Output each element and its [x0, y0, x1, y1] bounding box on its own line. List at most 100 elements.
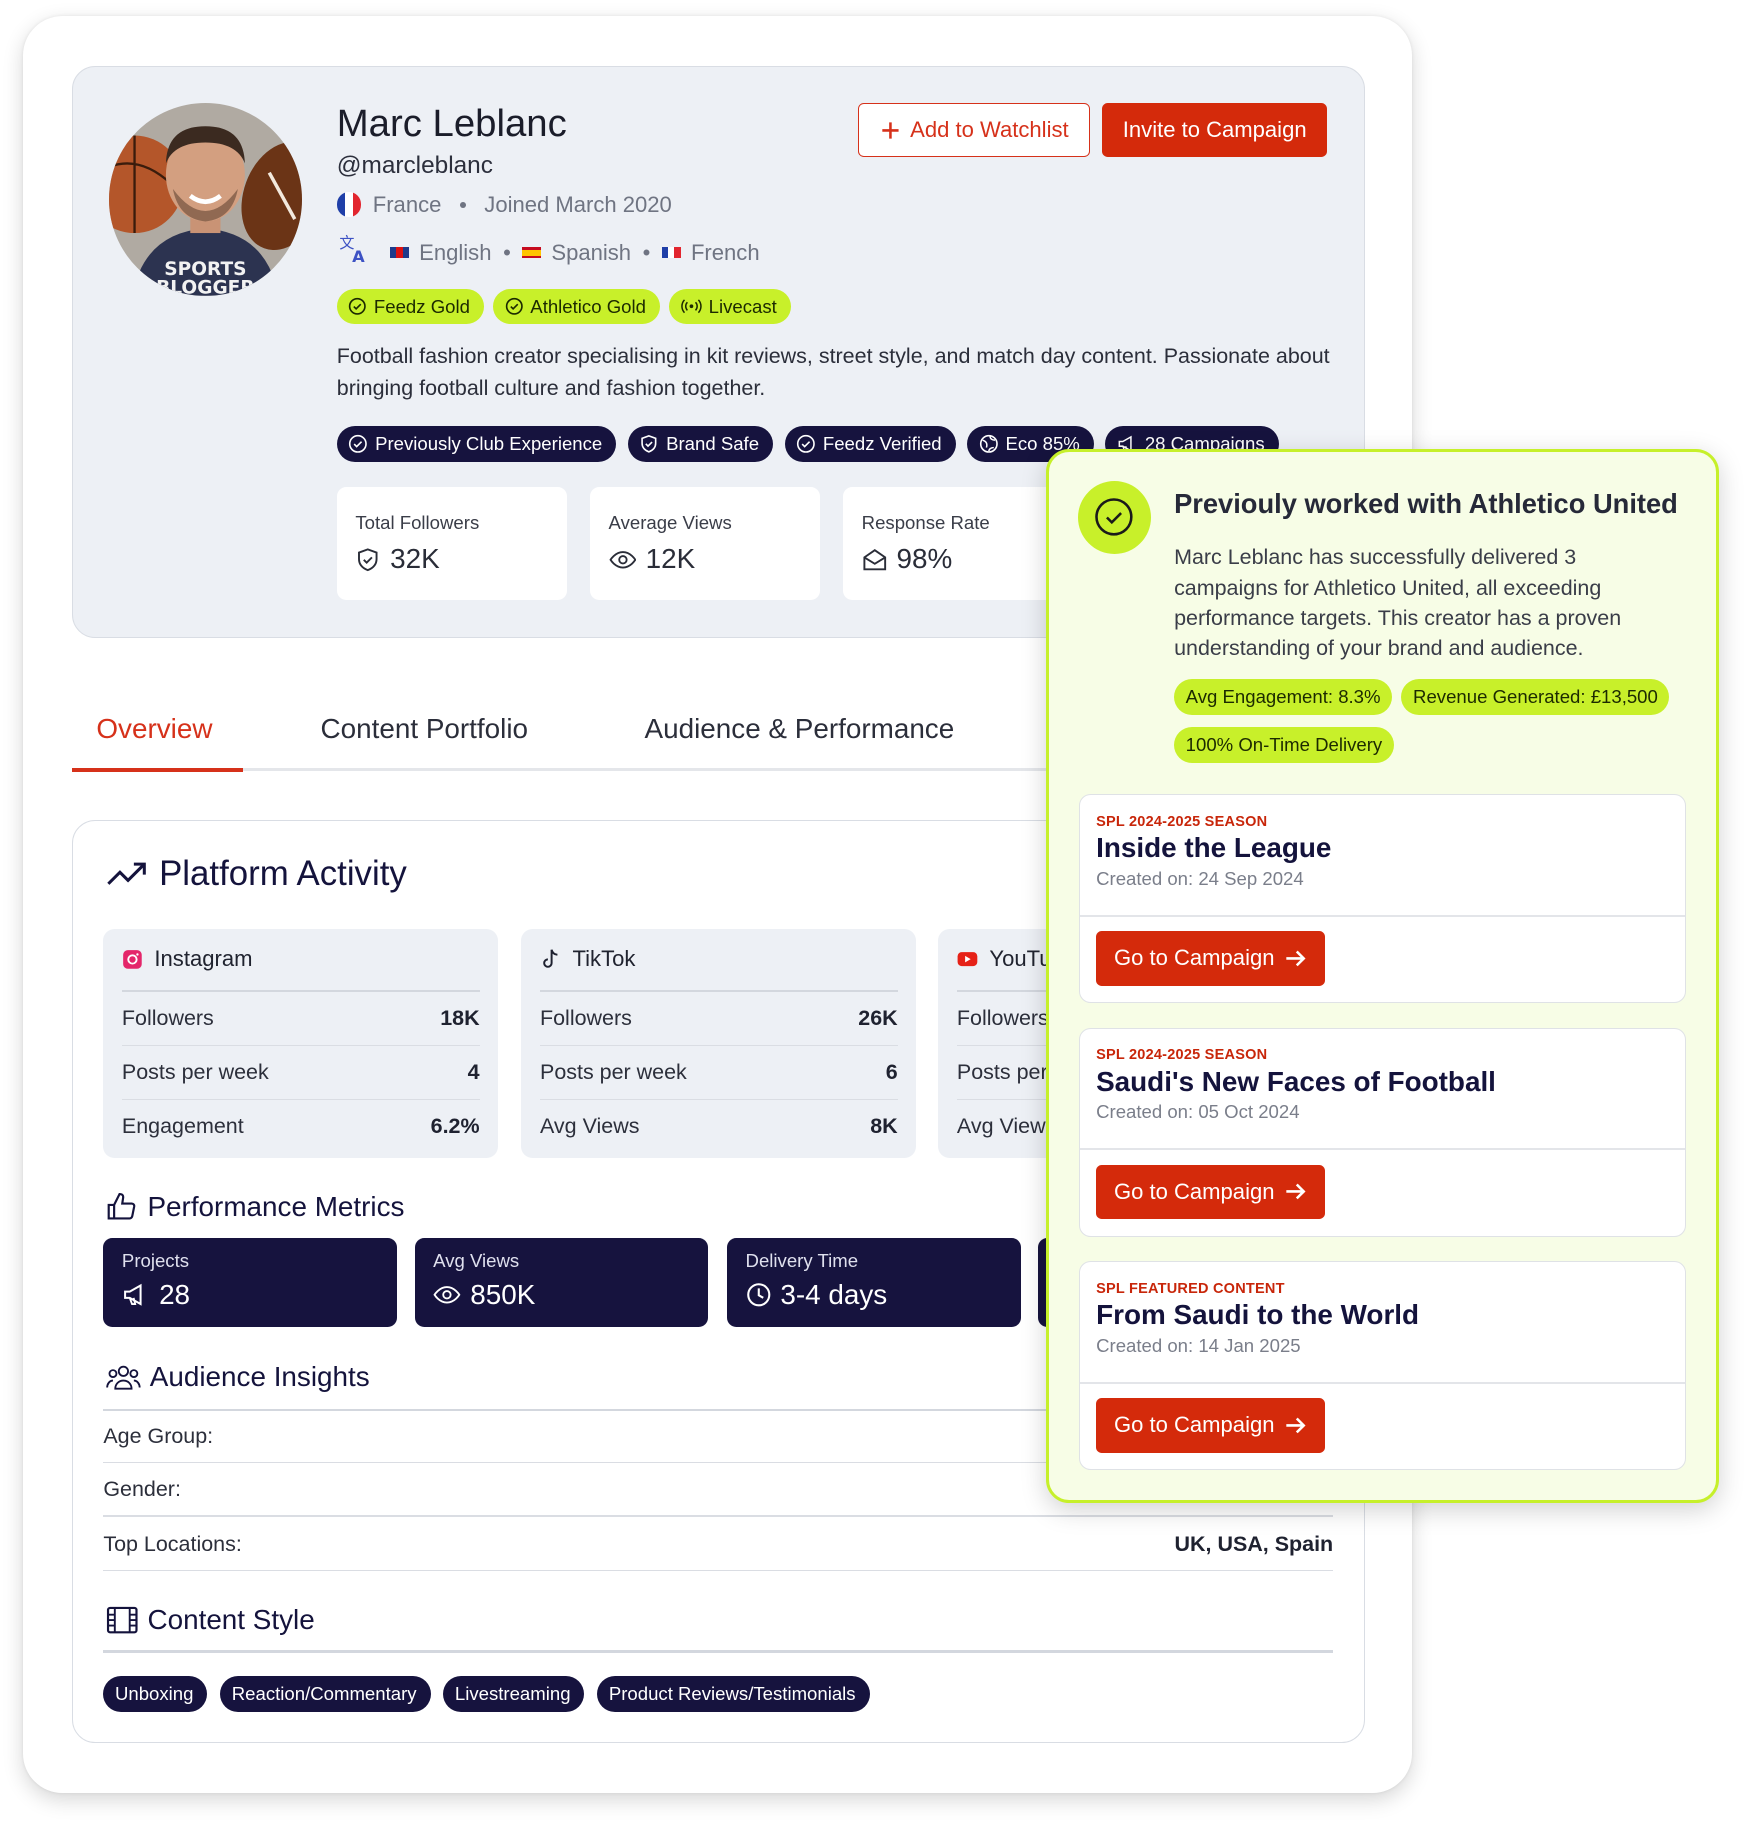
invite-to-campaign-button[interactable]: Invite to Campaign: [1102, 103, 1328, 157]
platform-row: Posts per week 6: [540, 1046, 898, 1100]
clock-icon: [746, 1282, 770, 1307]
performance-metrics-heading: Performance Metrics: [106, 1190, 405, 1223]
profile-country: France: [372, 191, 442, 217]
campaign-date: Created on: 24 Sep 2024: [1096, 867, 1304, 889]
row-label: Top Locations:: [103, 1531, 242, 1556]
profile-name: Marc Leblanc: [336, 102, 567, 146]
row-value: 26K: [858, 1005, 898, 1030]
stat-average-views: Average Views 12K: [589, 486, 820, 601]
row-label: Followers: [540, 1005, 632, 1030]
campaign-card: SPL 2024-2025 SEASON Saudi's New Faces o…: [1078, 1027, 1687, 1237]
content-style-heading: Content Style: [106, 1604, 315, 1636]
metric-value: 850K: [470, 1278, 536, 1310]
divider: [103, 1570, 1334, 1572]
audience-insights-heading: Audience Insights: [105, 1361, 370, 1393]
platform-header: TikTok: [540, 929, 898, 992]
tab-audience-performance[interactable]: Audience & Performance: [645, 713, 955, 745]
campaign-date: Created on: 05 Oct 2024: [1096, 1101, 1300, 1123]
separator-dot: •: [642, 239, 651, 265]
button-label: Go to Campaign: [1113, 1412, 1275, 1438]
check-circle-icon: [505, 298, 523, 316]
row-label: Posts per: [956, 1059, 1048, 1084]
tag-label: Feedz Verified: [822, 433, 942, 455]
row-label: Posts per week: [121, 1059, 269, 1084]
add-to-watchlist-button[interactable]: Add to Watchlist: [858, 103, 1091, 157]
svg-text:A: A: [352, 247, 365, 265]
style-tag: Reaction/Commentary: [220, 1675, 431, 1712]
tab-content-portfolio[interactable]: Content Portfolio: [321, 713, 529, 745]
style-tag: Unboxing: [103, 1675, 208, 1712]
platform-card-tiktok: TikTok Followers 26K Posts per week 6 Avg …: [521, 929, 917, 1158]
row-label: Avg Views: [540, 1114, 640, 1139]
chip-on-time: 100% On-Time Delivery: [1174, 726, 1394, 763]
plus-icon: [882, 121, 899, 139]
campaign-card: SPL 2024-2025 SEASON Inside the League C…: [1078, 794, 1687, 1004]
panel-title: Previouly worked with Athletico United: [1174, 487, 1678, 519]
button-label: Add to Watchlist: [910, 117, 1069, 143]
language-french: French: [690, 239, 760, 265]
divider: [103, 1650, 1334, 1653]
metric-card-projects: Projects 28: [103, 1237, 398, 1328]
row-label: Engagement: [121, 1114, 244, 1139]
chip-avg-engagement: Avg Engagement: 8.3%: [1174, 679, 1393, 716]
check-circle-icon: [349, 435, 368, 454]
profile-handle: @marcleblanc: [336, 152, 493, 180]
platform-row: Avg Views 8K: [540, 1100, 898, 1154]
stat-total-followers: Total Followers 32K: [336, 486, 567, 601]
metric-card-avg-views: Avg Views 850K: [414, 1237, 709, 1328]
profile-bio: Football fashion creator specialising in…: [336, 344, 1330, 400]
metric-card-delivery-time: Delivery Time 3-4 days: [726, 1237, 1021, 1328]
platform-row: Engagement 6.2%: [122, 1100, 480, 1154]
campaign-date: Created on: 14 Jan 2025: [1096, 1334, 1301, 1356]
row-value: UK, USA, Spain: [1174, 1531, 1334, 1556]
campaign-name: Saudi's New Faces of Football: [1096, 1065, 1496, 1097]
platform-card-instagram: Instagram Followers 18K Posts per week 4 E…: [103, 929, 499, 1158]
content-style-tags: Unboxing Reaction/Commentary Livestreami…: [103, 1675, 870, 1712]
divider: [1079, 1148, 1686, 1151]
thumbs-up-icon: [107, 1193, 135, 1220]
row-value: 18K: [440, 1005, 480, 1030]
badge-athletico-gold: Athletico Gold: [493, 289, 660, 324]
section-title-text: Performance Metrics: [147, 1190, 405, 1222]
tag-label: Brand Safe: [666, 433, 760, 455]
uk-flag-icon: [390, 246, 409, 259]
profile-joined: Joined March 2020: [484, 191, 672, 217]
profile-meta: France Joined March 2020: [336, 191, 672, 218]
row-label: Gender:: [103, 1477, 181, 1502]
check-circle-icon: [349, 298, 367, 316]
shield-check-icon: [641, 435, 657, 454]
tag-feedz-verified: Feedz Verified: [784, 426, 956, 463]
campaign-tag: SPL 2024-2025 SEASON: [1096, 1047, 1268, 1064]
stat-value: 12K: [645, 543, 696, 575]
metric-label: Avg Views: [433, 1249, 520, 1271]
go-to-campaign-button[interactable]: Go to Campaign: [1096, 931, 1325, 986]
envelope-open-icon: [863, 548, 886, 570]
platform-name: TikTok: [572, 946, 636, 972]
divider: [1079, 1381, 1686, 1384]
tiktok-icon: [543, 949, 558, 968]
row-label: Followers: [121, 1005, 214, 1030]
chip-revenue: Revenue Generated: £13,500: [1401, 679, 1670, 716]
check-badge-icon: [1077, 480, 1151, 554]
arrow-right-icon: [1286, 950, 1306, 967]
metric-value: 3-4 days: [780, 1278, 888, 1310]
platform-name: YouTu: [989, 946, 1052, 972]
badge-label: Athletico Gold: [530, 295, 646, 317]
arrow-right-icon: [1286, 1184, 1306, 1200]
arrow-right-icon: [1286, 1417, 1306, 1434]
badge-list: Feedz Gold Athletico Gold Livecast: [336, 289, 791, 324]
separator-dot: [459, 201, 466, 208]
section-title-text: Content Style: [147, 1603, 315, 1635]
metric-label: Projects: [121, 1249, 190, 1271]
style-tag: Livestreaming: [443, 1675, 585, 1712]
megaphone-icon: [124, 1283, 142, 1306]
button-label: Invite to Campaign: [1122, 117, 1307, 143]
go-to-campaign-button[interactable]: Go to Campaign: [1096, 1164, 1325, 1220]
campaign-name: From Saudi to the World: [1096, 1299, 1420, 1331]
users-icon: [105, 1365, 141, 1390]
row-label: Posts per week: [540, 1059, 687, 1084]
divider: [103, 1515, 1334, 1517]
tab-overview[interactable]: Overview: [96, 713, 212, 745]
go-to-campaign-button[interactable]: Go to Campaign: [1096, 1398, 1325, 1453]
platform-name: Instagram: [154, 946, 253, 972]
